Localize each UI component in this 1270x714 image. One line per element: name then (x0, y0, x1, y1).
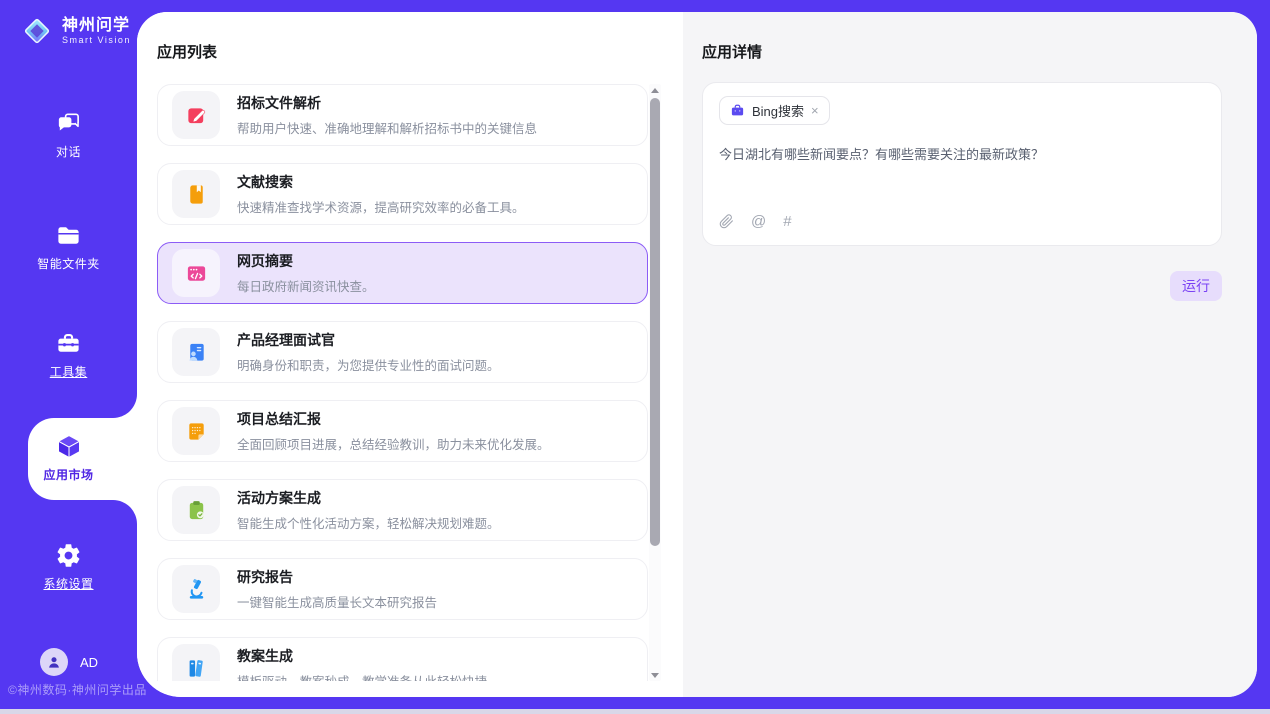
app-item-texts: 招标文件解析 帮助用户快速、准确地理解和解析招标书中的关键信息 (237, 93, 537, 137)
app-list-panel: 应用列表 招标文件解析 帮助用户快速、准确地理解和解析招标书中的关键信息 文献搜… (137, 12, 683, 697)
bubble-curve-bottom (113, 500, 137, 524)
mention-icon[interactable]: @ (751, 213, 766, 230)
browser-icon (172, 249, 220, 297)
microscope-icon (172, 565, 220, 613)
app-list-item[interactable]: 教案生成 模板驱动，教案秒成，教学准备从此轻松快捷 (157, 637, 648, 681)
app-item-title: 招标文件解析 (237, 93, 537, 113)
app-item-description: 每日政府新闻资讯快查。 (237, 276, 375, 295)
prompt-editor-card: Bing搜索 × 今日湖北有哪些新闻要点？有哪些需要关注的最新政策？ @ # (702, 82, 1222, 246)
app-item-title: 研究报告 (237, 567, 437, 587)
app-item-texts: 研究报告 一键智能生成高质量长文本研究报告 (237, 567, 437, 611)
app-item-texts: 项目总结汇报 全面回顾项目进展，总结经验教训，助力未来优化发展。 (237, 409, 550, 453)
book-icon (172, 170, 220, 218)
bottom-strip (0, 709, 1270, 714)
folder-icon (55, 222, 82, 249)
cube-icon (55, 432, 83, 460)
user-account-chip[interactable]: AD (40, 648, 98, 676)
app-item-description: 模板驱动，教案秒成，教学准备从此轻松快捷 (237, 671, 487, 681)
app-item-description: 帮助用户快速、准确地理解和解析招标书中的关键信息 (237, 118, 537, 137)
scroll-up-arrow-icon[interactable] (649, 84, 661, 96)
app-item-title: 网页摘要 (237, 251, 375, 271)
sidebar: 神州问学 Smart Vision 对话 智能文件夹 工具集 应用市场 系统设置… (0, 0, 137, 709)
app-item-texts: 教案生成 模板驱动，教案秒成，教学准备从此轻松快捷 (237, 646, 487, 681)
app-detail-title: 应用详情 (702, 41, 762, 62)
attachment-icon[interactable] (719, 214, 734, 229)
app-detail-panel: 应用详情 Bing搜索 × 今日湖北有哪些新闻要点？有哪些需要关注的最新政策？ … (683, 12, 1257, 697)
copyright-footer: ©神州数码·神州问学出品 (8, 681, 147, 698)
sidebar-item-label: 系统设置 (43, 575, 93, 592)
app-item-texts: 网页摘要 每日政府新闻资讯快查。 (237, 251, 375, 295)
books-icon (172, 644, 220, 681)
app-item-description: 智能生成个性化活动方案，轻松解决规划难题。 (237, 513, 500, 532)
app-item-title: 文献搜索 (237, 172, 525, 192)
sidebar-item-label: 智能文件夹 (37, 255, 100, 272)
app-item-title: 项目总结汇报 (237, 409, 550, 429)
app-item-texts: 产品经理面试官 明确身份和职责，为您提供专业性的面试问题。 (237, 330, 500, 374)
main-content: 应用列表 招标文件解析 帮助用户快速、准确地理解和解析招标书中的关键信息 文献搜… (137, 12, 1257, 697)
brand-name: 神州问学 (62, 17, 131, 35)
brand-logo: 神州问学 Smart Vision (18, 12, 131, 50)
scroll-down-arrow-icon[interactable] (649, 669, 661, 681)
editor-toolbar: @ # (719, 213, 792, 230)
app-list-item[interactable]: 招标文件解析 帮助用户快速、准确地理解和解析招标书中的关键信息 (157, 84, 648, 146)
app-list: 招标文件解析 帮助用户快速、准确地理解和解析招标书中的关键信息 文献搜索 快速精… (157, 84, 648, 681)
app-list-title: 应用列表 (157, 41, 217, 62)
chat-icon (55, 110, 82, 137)
sidebar-item-toolset[interactable]: 工具集 (0, 330, 137, 380)
app-list-item[interactable]: 文献搜索 快速精准查找学术资源，提高研究效率的必备工具。 (157, 163, 648, 225)
app-item-description: 全面回顾项目进展，总结经验教训，助力未来优化发展。 (237, 434, 550, 453)
sidebar-item-chat[interactable]: 对话 (0, 110, 137, 160)
sidebar-item-settings[interactable]: 系统设置 (0, 542, 137, 592)
sidebar-item-smart-folder[interactable]: 智能文件夹 (0, 222, 137, 272)
tool-tag-label: Bing搜索 (752, 101, 804, 120)
app-item-title: 活动方案生成 (237, 488, 500, 508)
gear-icon (55, 542, 82, 569)
sidebar-item-label: 应用市场 (43, 466, 93, 483)
app-item-description: 快速精准查找学术资源，提高研究效率的必备工具。 (237, 197, 525, 216)
run-button[interactable]: 运行 (1170, 271, 1222, 301)
app-list-item[interactable]: 项目总结汇报 全面回顾项目进展，总结经验教训，助力未来优化发展。 (157, 400, 648, 462)
edit-doc-icon (172, 91, 220, 139)
scrollbar-thumb[interactable] (650, 98, 660, 546)
app-item-texts: 活动方案生成 智能生成个性化活动方案，轻松解决规划难题。 (237, 488, 500, 532)
sidebar-item-label: 工具集 (50, 363, 88, 380)
app-list-scrollbar[interactable] (649, 84, 661, 681)
note-icon (172, 407, 220, 455)
app-item-description: 一键智能生成高质量长文本研究报告 (237, 592, 437, 611)
bubble-curve-top (113, 394, 137, 418)
app-item-description: 明确身份和职责，为您提供专业性的面试问题。 (237, 355, 500, 374)
sidebar-item-app-market[interactable]: 应用市场 (0, 432, 137, 483)
brand-subtitle: Smart Vision (62, 35, 131, 45)
tool-tag-bing-search[interactable]: Bing搜索 × (719, 96, 830, 125)
close-icon[interactable]: × (811, 104, 819, 117)
clipboard-icon (172, 486, 220, 534)
interview-icon (172, 328, 220, 376)
user-initials: AD (80, 655, 98, 670)
briefcase-icon (730, 103, 745, 118)
app-item-texts: 文献搜索 快速精准查找学术资源，提高研究效率的必备工具。 (237, 172, 525, 216)
app-list-item[interactable]: 研究报告 一键智能生成高质量长文本研究报告 (157, 558, 648, 620)
prompt-input[interactable]: 今日湖北有哪些新闻要点？有哪些需要关注的最新政策？ (719, 145, 1205, 165)
app-item-title: 教案生成 (237, 646, 487, 666)
app-list-item[interactable]: 网页摘要 每日政府新闻资讯快查。 (157, 242, 648, 304)
app-item-title: 产品经理面试官 (237, 330, 500, 350)
sidebar-item-label: 对话 (56, 143, 81, 160)
app-list-item[interactable]: 活动方案生成 智能生成个性化活动方案，轻松解决规划难题。 (157, 479, 648, 541)
person-icon (45, 653, 63, 671)
toolbox-icon (55, 330, 82, 357)
topic-icon[interactable]: # (783, 213, 791, 230)
diamond-logo-icon (18, 12, 56, 50)
avatar (40, 648, 68, 676)
app-list-item[interactable]: 产品经理面试官 明确身份和职责，为您提供专业性的面试问题。 (157, 321, 648, 383)
